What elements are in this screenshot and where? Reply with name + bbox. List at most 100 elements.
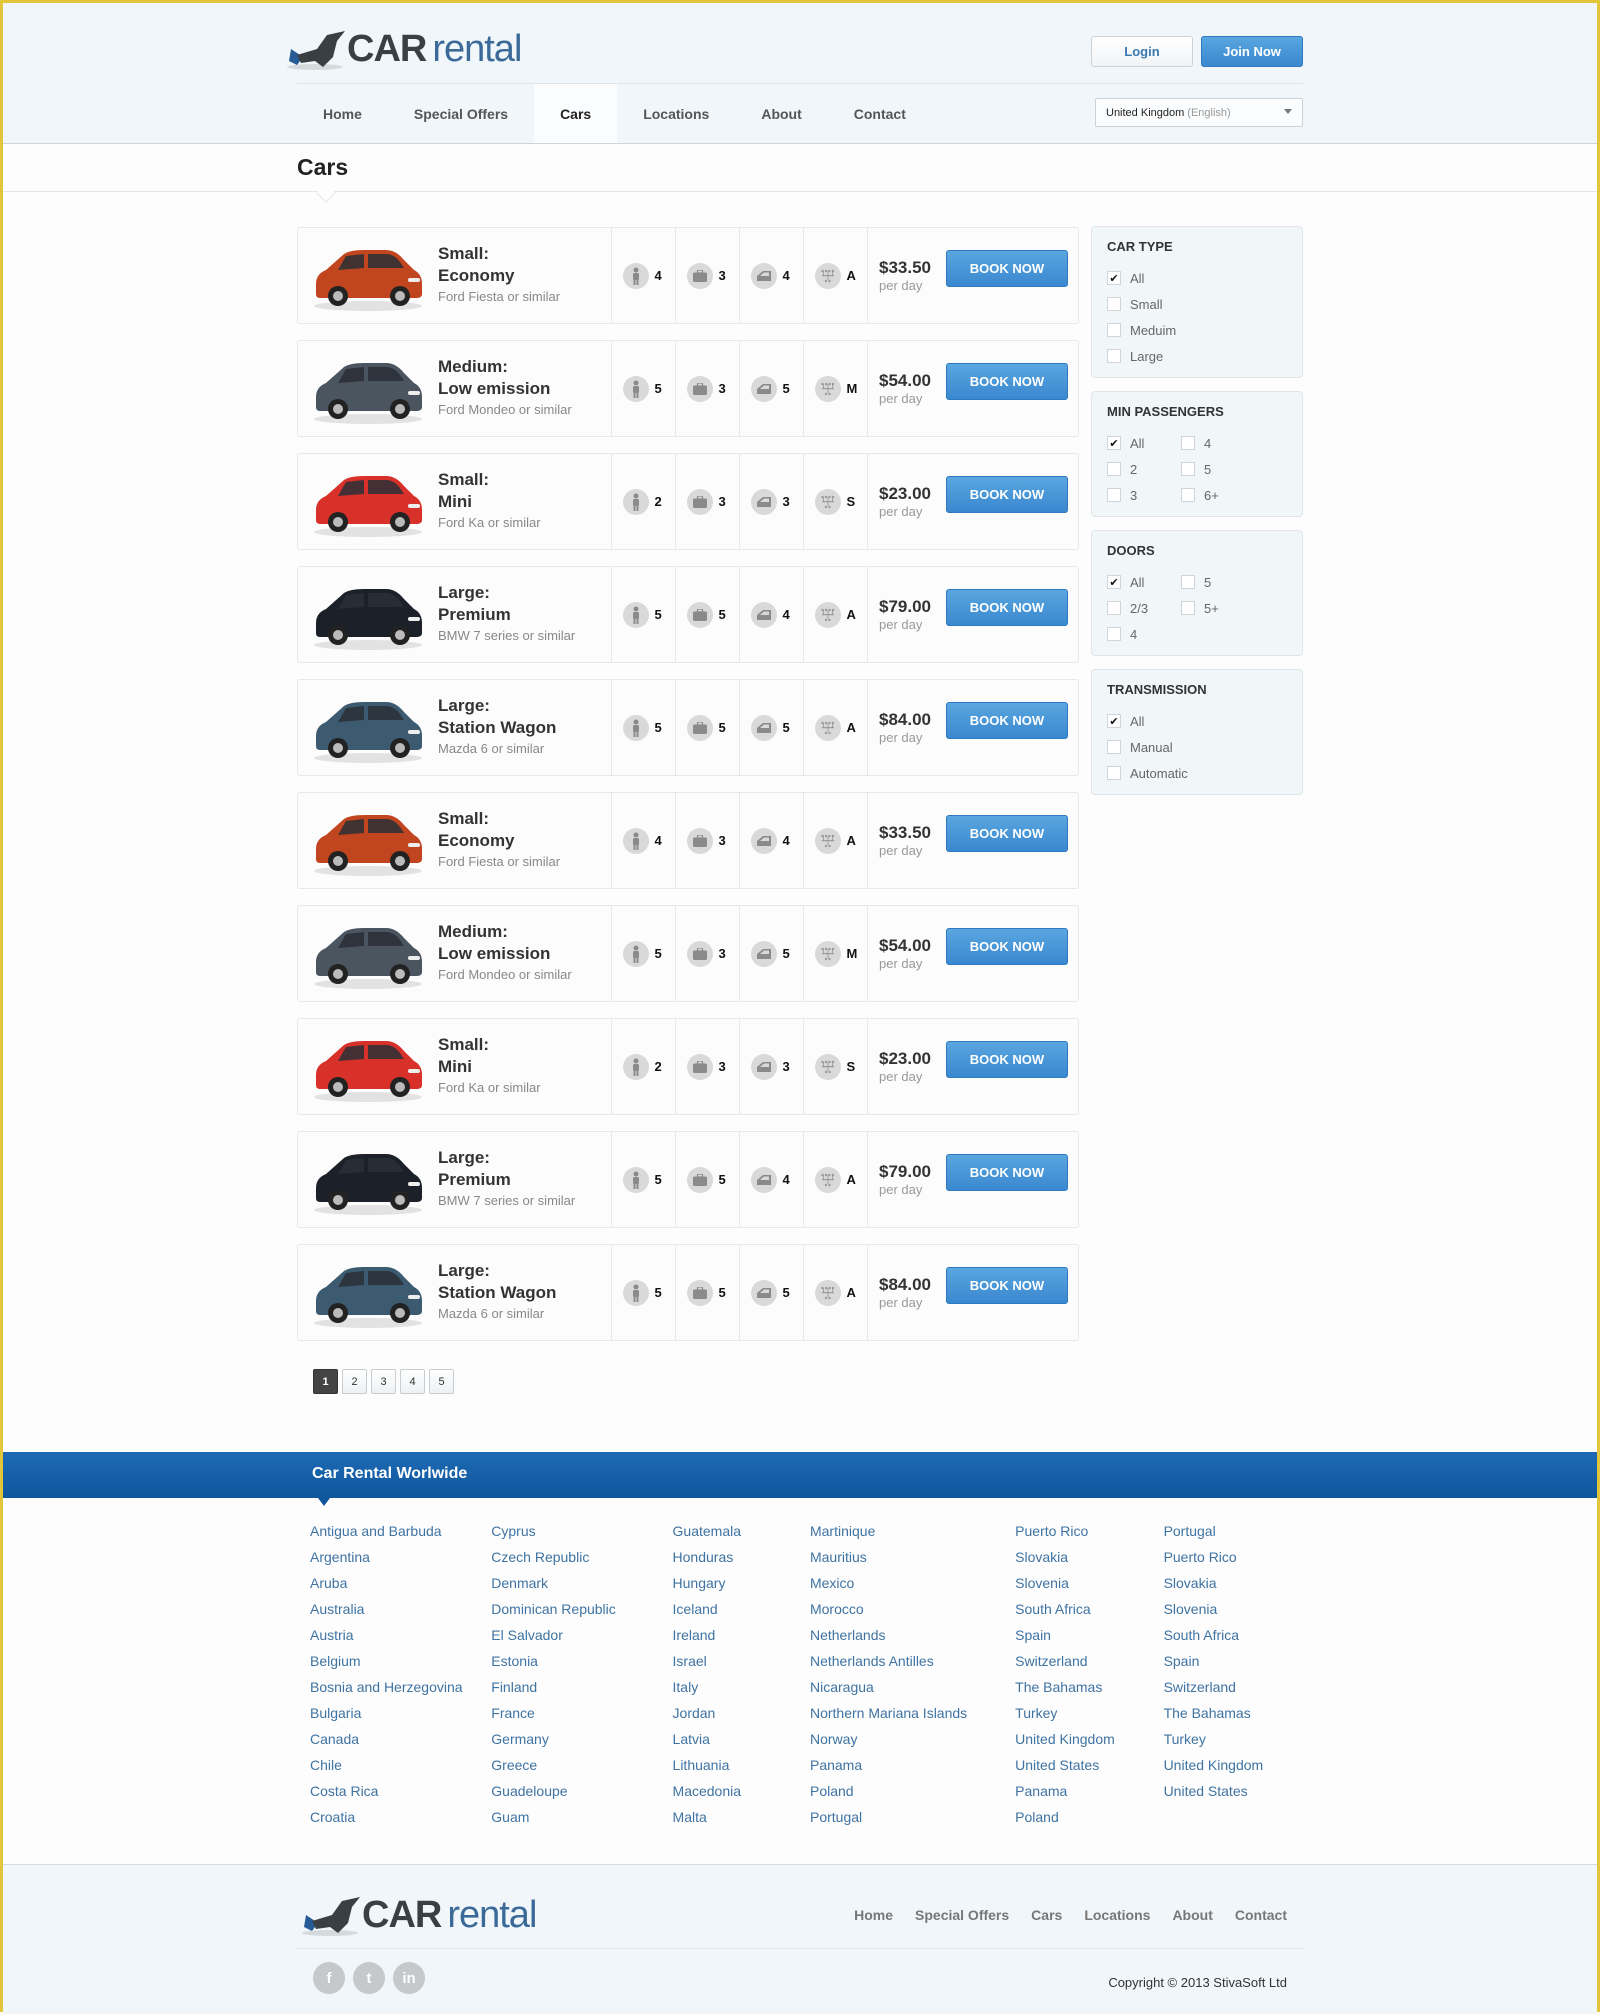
country-link[interactable]: South Africa — [1015, 1599, 1163, 1625]
checkbox[interactable] — [1107, 297, 1121, 311]
country-link[interactable]: El Salvador — [491, 1625, 672, 1651]
country-link[interactable]: The Bahamas — [1015, 1677, 1163, 1703]
country-link[interactable]: Hungary — [673, 1573, 810, 1599]
country-link[interactable]: Chile — [310, 1755, 491, 1781]
filter-option[interactable]: Manual — [1107, 734, 1287, 760]
filter-option[interactable]: 6+ — [1181, 482, 1261, 508]
filter-option[interactable]: Meduim — [1107, 317, 1287, 343]
country-link[interactable]: Puerto Rico — [1015, 1521, 1163, 1547]
checkbox[interactable] — [1181, 436, 1195, 450]
checkbox[interactable] — [1107, 488, 1121, 502]
book-now-button[interactable]: BOOK NOW — [946, 1154, 1068, 1191]
book-now-button[interactable]: BOOK NOW — [946, 589, 1068, 626]
country-link[interactable]: Denmark — [491, 1573, 672, 1599]
checkbox[interactable] — [1181, 601, 1195, 615]
filter-option[interactable]: 5 — [1181, 569, 1261, 595]
checkbox[interactable] — [1107, 323, 1121, 337]
country-link[interactable]: Panama — [810, 1755, 1015, 1781]
filter-option[interactable]: 4 — [1181, 430, 1261, 456]
country-link[interactable]: Belgium — [310, 1651, 491, 1677]
country-link[interactable]: Guadeloupe — [491, 1781, 672, 1807]
nav-locations[interactable]: Locations — [617, 84, 735, 143]
country-link[interactable]: Morocco — [810, 1599, 1015, 1625]
book-now-button[interactable]: BOOK NOW — [946, 476, 1068, 513]
nav-cars[interactable]: Cars — [534, 84, 618, 143]
country-link[interactable]: Aruba — [310, 1573, 491, 1599]
checkbox[interactable] — [1181, 462, 1195, 476]
checkbox[interactable] — [1107, 349, 1121, 363]
country-link[interactable]: Guam — [491, 1807, 672, 1833]
country-link[interactable]: Jordan — [673, 1703, 810, 1729]
country-link[interactable]: Slovakia — [1164, 1573, 1303, 1599]
join-now-button[interactable]: Join Now — [1201, 36, 1303, 67]
country-link[interactable]: The Bahamas — [1164, 1703, 1303, 1729]
filter-option[interactable]: ✔ All — [1107, 430, 1181, 456]
country-link[interactable]: Spain — [1015, 1625, 1163, 1651]
country-link[interactable]: United Kingdom — [1015, 1729, 1163, 1755]
country-link[interactable]: Cyprus — [491, 1521, 672, 1547]
filter-option[interactable]: 3 — [1107, 482, 1181, 508]
filter-option[interactable]: ✔ All — [1107, 708, 1287, 734]
country-link[interactable]: Australia — [310, 1599, 491, 1625]
country-link[interactable]: Italy — [673, 1677, 810, 1703]
country-link[interactable]: Malta — [673, 1807, 810, 1833]
country-link[interactable]: Poland — [1015, 1807, 1163, 1833]
country-link[interactable]: Portugal — [810, 1807, 1015, 1833]
country-link[interactable]: Slovenia — [1015, 1573, 1163, 1599]
book-now-button[interactable]: BOOK NOW — [946, 702, 1068, 739]
country-link[interactable]: Netherlands — [810, 1625, 1015, 1651]
checkbox[interactable] — [1181, 488, 1195, 502]
book-now-button[interactable]: BOOK NOW — [946, 1267, 1068, 1304]
country-link[interactable]: Argentina — [310, 1547, 491, 1573]
country-link[interactable]: Ireland — [673, 1625, 810, 1651]
footer-nav-about[interactable]: About — [1172, 1907, 1212, 1923]
country-link[interactable]: Greece — [491, 1755, 672, 1781]
page-3-button[interactable]: 3 — [371, 1369, 396, 1394]
nav-home[interactable]: Home — [297, 84, 388, 143]
book-now-button[interactable]: BOOK NOW — [946, 1041, 1068, 1078]
country-link[interactable]: Martinique — [810, 1521, 1015, 1547]
nav-about[interactable]: About — [735, 84, 827, 143]
country-link[interactable]: United Kingdom — [1164, 1755, 1303, 1781]
country-link[interactable]: South Africa — [1164, 1625, 1303, 1651]
book-now-button[interactable]: BOOK NOW — [946, 363, 1068, 400]
linkedin-icon[interactable]: in — [393, 1962, 425, 1994]
country-link[interactable]: Czech Republic — [491, 1547, 672, 1573]
page-2-button[interactable]: 2 — [342, 1369, 367, 1394]
checkbox[interactable] — [1107, 627, 1121, 641]
country-link[interactable]: Slovenia — [1164, 1599, 1303, 1625]
country-link[interactable]: Slovakia — [1015, 1547, 1163, 1573]
book-now-button[interactable]: BOOK NOW — [946, 815, 1068, 852]
footer-logo[interactable]: CAR rental — [302, 1887, 537, 1937]
footer-nav-special-offers[interactable]: Special Offers — [915, 1907, 1009, 1923]
country-link[interactable]: Mexico — [810, 1573, 1015, 1599]
country-link[interactable]: Honduras — [673, 1547, 810, 1573]
country-link[interactable]: Norway — [810, 1729, 1015, 1755]
footer-nav-home[interactable]: Home — [854, 1907, 893, 1923]
country-link[interactable]: Panama — [1015, 1781, 1163, 1807]
country-link[interactable]: Poland — [810, 1781, 1015, 1807]
country-link[interactable]: Switzerland — [1164, 1677, 1303, 1703]
country-link[interactable]: Dominican Republic — [491, 1599, 672, 1625]
filter-option[interactable]: 2 — [1107, 456, 1181, 482]
footer-nav-locations[interactable]: Locations — [1084, 1907, 1150, 1923]
country-link[interactable]: United States — [1015, 1755, 1163, 1781]
page-4-button[interactable]: 4 — [400, 1369, 425, 1394]
checkbox[interactable]: ✔ — [1107, 714, 1121, 728]
country-link[interactable]: Netherlands Antilles — [810, 1651, 1015, 1677]
page-1-button[interactable]: 1 — [313, 1369, 338, 1394]
filter-option[interactable]: ✔ All — [1107, 265, 1287, 291]
country-link[interactable]: Israel — [673, 1651, 810, 1677]
checkbox[interactable] — [1107, 462, 1121, 476]
footer-nav-contact[interactable]: Contact — [1235, 1907, 1287, 1923]
checkbox[interactable]: ✔ — [1107, 271, 1121, 285]
country-link[interactable]: Germany — [491, 1729, 672, 1755]
facebook-icon[interactable]: f — [313, 1962, 345, 1994]
country-link[interactable]: Canada — [310, 1729, 491, 1755]
country-link[interactable]: Macedonia — [673, 1781, 810, 1807]
filter-option[interactable]: 2/3 — [1107, 595, 1181, 621]
filter-option[interactable]: Automatic — [1107, 760, 1287, 786]
twitter-icon[interactable]: t — [353, 1962, 385, 1994]
filter-option[interactable]: Small — [1107, 291, 1287, 317]
country-link[interactable]: Puerto Rico — [1164, 1547, 1303, 1573]
